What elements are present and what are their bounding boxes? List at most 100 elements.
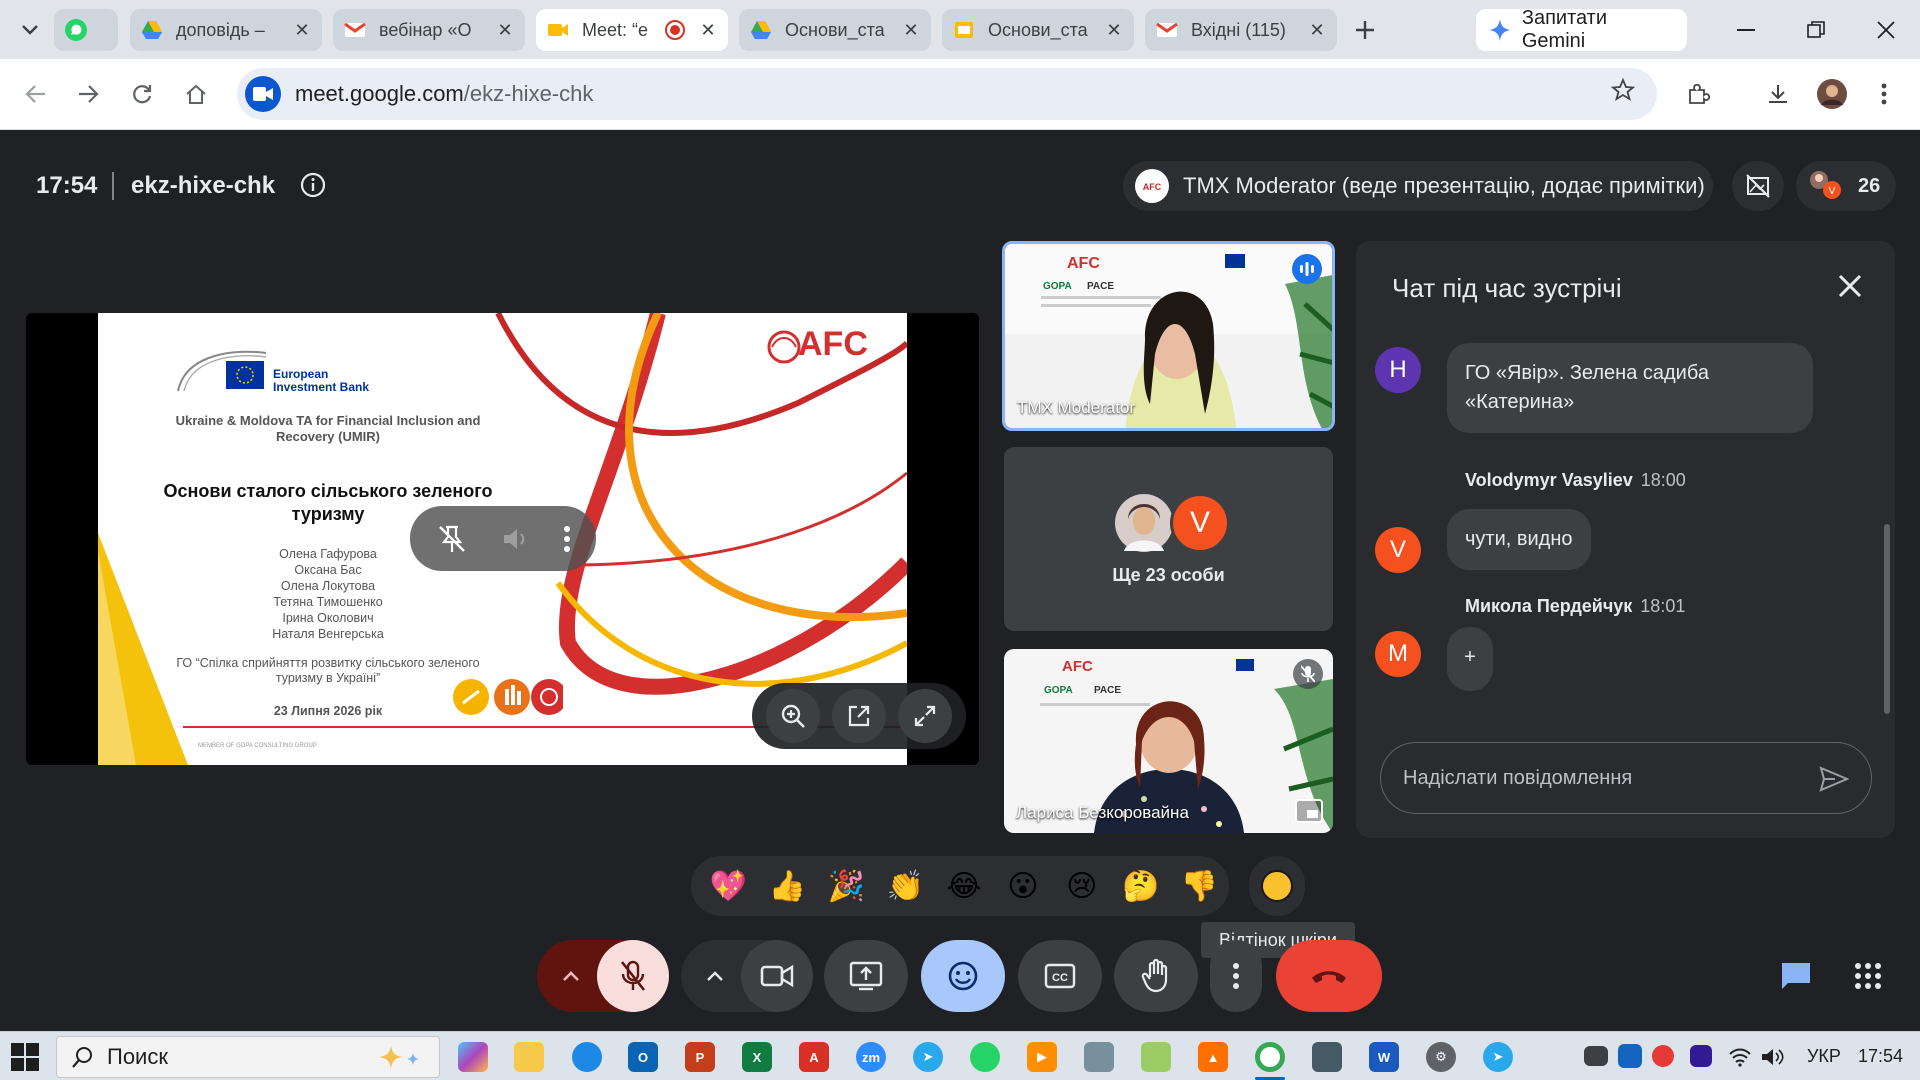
reaction-clapping[interactable]: 👏 xyxy=(876,862,935,910)
chat-scrollbar[interactable] xyxy=(1884,524,1890,714)
chat-message-input[interactable]: Надіслати повідомлення xyxy=(1380,742,1872,814)
outlook-icon[interactable]: O xyxy=(628,1042,658,1072)
reload-button[interactable] xyxy=(120,72,164,116)
reaction-thinking[interactable]: 🤔 xyxy=(1111,862,1170,910)
more-participants-tile[interactable]: V Ще 23 особи xyxy=(1004,447,1333,631)
extensions-button[interactable] xyxy=(1676,72,1720,116)
home-button[interactable] xyxy=(174,72,218,116)
tab-search-chevron-icon[interactable] xyxy=(10,10,50,50)
more-vert-icon[interactable] xyxy=(563,525,571,553)
powerpoint-icon[interactable]: P xyxy=(685,1042,715,1072)
unpin-icon[interactable] xyxy=(435,522,469,556)
chrome-taskbar-icon[interactable] xyxy=(1255,1042,1285,1072)
restore-button[interactable] xyxy=(1798,12,1834,48)
reaction-party-popper[interactable]: 🎉 xyxy=(817,862,876,910)
reaction-surprised[interactable]: 😮 xyxy=(993,862,1052,910)
shield-icon[interactable] xyxy=(1618,1044,1642,1068)
tab-osnovy-slides[interactable]: Основи_ста ✕ xyxy=(942,9,1134,51)
acrobat-icon[interactable]: A xyxy=(799,1042,829,1072)
ask-gemini-button[interactable]: Запитати Gemini xyxy=(1476,7,1687,52)
telegram-icon[interactable]: ➤ xyxy=(913,1042,943,1072)
zoom-in-button[interactable] xyxy=(766,689,820,743)
file-explorer-icon[interactable] xyxy=(514,1042,544,1072)
participant-tile-tmx-moderator[interactable]: AFC GOPA PACE TMX Moderator xyxy=(1002,241,1335,431)
windows-start-icon[interactable] xyxy=(10,1042,40,1072)
volume-icon[interactable] xyxy=(499,522,533,556)
media-player-icon[interactable]: ▶ xyxy=(1027,1042,1057,1072)
tab-inbox[interactable]: Вхідні (115) ✕ xyxy=(1145,9,1337,51)
close-icon[interactable]: ✕ xyxy=(292,20,312,41)
send-icon[interactable] xyxy=(1819,766,1849,792)
reaction-sparkling-heart[interactable]: 💖 xyxy=(699,862,758,910)
copilot-app-icon[interactable] xyxy=(458,1042,488,1072)
wifi-icon[interactable] xyxy=(1728,1047,1752,1067)
activities-button[interactable] xyxy=(1836,940,1900,1012)
close-icon[interactable]: ✕ xyxy=(1307,20,1327,41)
raise-hand-button[interactable] xyxy=(1114,940,1198,1012)
notification-app-icon[interactable] xyxy=(1652,1045,1674,1067)
meet-site-icon[interactable] xyxy=(245,76,281,112)
tab-meet[interactable]: Meet: “e ✕ xyxy=(536,9,728,51)
reactions-button[interactable] xyxy=(921,940,1005,1012)
tab-whatsapp[interactable] xyxy=(54,9,118,51)
close-icon[interactable]: ✕ xyxy=(1104,20,1124,41)
photos-app-icon[interactable] xyxy=(1084,1042,1114,1072)
excel-icon[interactable]: X xyxy=(742,1042,772,1072)
camera-toggle-button[interactable] xyxy=(741,940,813,1012)
participants-button[interactable]: V 26 xyxy=(1796,161,1896,211)
forward-button[interactable] xyxy=(66,72,110,116)
chat-button[interactable] xyxy=(1764,940,1828,1012)
presenter-indicator[interactable]: AFC TMX Moderator (веде презентацію, дод… xyxy=(1123,161,1713,211)
reaction-tears-of-joy[interactable]: 😂 xyxy=(935,862,994,910)
snipping-tool-icon[interactable] xyxy=(1312,1042,1342,1072)
settings-gear-icon[interactable]: ⚙ xyxy=(1426,1042,1456,1072)
word-icon[interactable]: W xyxy=(1369,1042,1399,1072)
info-icon[interactable] xyxy=(300,172,326,198)
input-language-indicator[interactable]: УКР xyxy=(1807,1046,1841,1067)
downloads-button[interactable] xyxy=(1756,72,1800,116)
participant-tile-larysa[interactable]: AFC GOPA PACE Лариса Безкоровайна xyxy=(1004,649,1333,833)
tab-title: вебінар «О xyxy=(379,19,472,40)
apps-grid-icon xyxy=(1855,963,1881,989)
hide-tile-button[interactable] xyxy=(1732,161,1784,211)
reaction-crying[interactable]: 😢 xyxy=(1052,862,1111,910)
close-window-button[interactable] xyxy=(1868,12,1904,48)
close-icon[interactable]: ✕ xyxy=(495,20,515,41)
taskbar-search-box[interactable]: Поиск xyxy=(56,1036,440,1078)
present-screen-button[interactable] xyxy=(824,940,908,1012)
new-tab-button[interactable] xyxy=(1345,10,1385,50)
telegram-icon[interactable]: ➤ xyxy=(1483,1042,1513,1072)
picture-in-picture-icon[interactable] xyxy=(1295,799,1323,823)
skin-tone-button[interactable] xyxy=(1249,856,1305,916)
keyboard-icon[interactable] xyxy=(1584,1046,1608,1066)
close-icon[interactable]: ✕ xyxy=(901,20,921,41)
reaction-thumbs-up[interactable]: 👍 xyxy=(758,862,817,910)
minimize-button[interactable] xyxy=(1728,12,1764,48)
bookmark-star-icon[interactable] xyxy=(1610,77,1636,109)
open-in-new-window-button[interactable] xyxy=(832,689,886,743)
leave-call-button[interactable] xyxy=(1276,940,1382,1012)
tab-dopovid[interactable]: доповідь – ✕ xyxy=(130,9,322,51)
captions-button[interactable]: CC xyxy=(1018,940,1102,1012)
fullscreen-button[interactable] xyxy=(898,689,952,743)
meeting-clock: 17:54 xyxy=(36,172,98,199)
back-button[interactable] xyxy=(14,72,58,116)
profile-avatar[interactable] xyxy=(1810,72,1854,116)
tab-webinar[interactable]: вебінар «О ✕ xyxy=(333,9,525,51)
reaction-thumbs-down[interactable]: 👎 xyxy=(1170,862,1229,910)
more-options-button[interactable] xyxy=(1210,940,1262,1012)
microphone-toggle-button[interactable] xyxy=(597,940,669,1012)
taskbar-clock[interactable]: 17:54 xyxy=(1858,1046,1903,1067)
address-bar[interactable]: meet.google.com/ekz-hixe-chk xyxy=(237,68,1657,120)
tab-osnovy-drive[interactable]: Основи_ста ✕ xyxy=(739,9,931,51)
chrome-menu-button[interactable] xyxy=(1862,72,1906,116)
tray-app-icon[interactable] xyxy=(1690,1045,1712,1067)
paint-app-icon[interactable] xyxy=(1141,1042,1171,1072)
close-icon[interactable]: ✕ xyxy=(698,20,718,41)
vlc-icon[interactable]: ▲ xyxy=(1198,1042,1228,1072)
whatsapp-taskbar-icon[interactable] xyxy=(970,1042,1000,1072)
volume-icon[interactable] xyxy=(1760,1047,1784,1067)
edge-browser-icon[interactable] xyxy=(572,1042,602,1072)
zoom-app-icon[interactable]: zm xyxy=(856,1042,886,1072)
close-icon[interactable] xyxy=(1833,269,1867,303)
